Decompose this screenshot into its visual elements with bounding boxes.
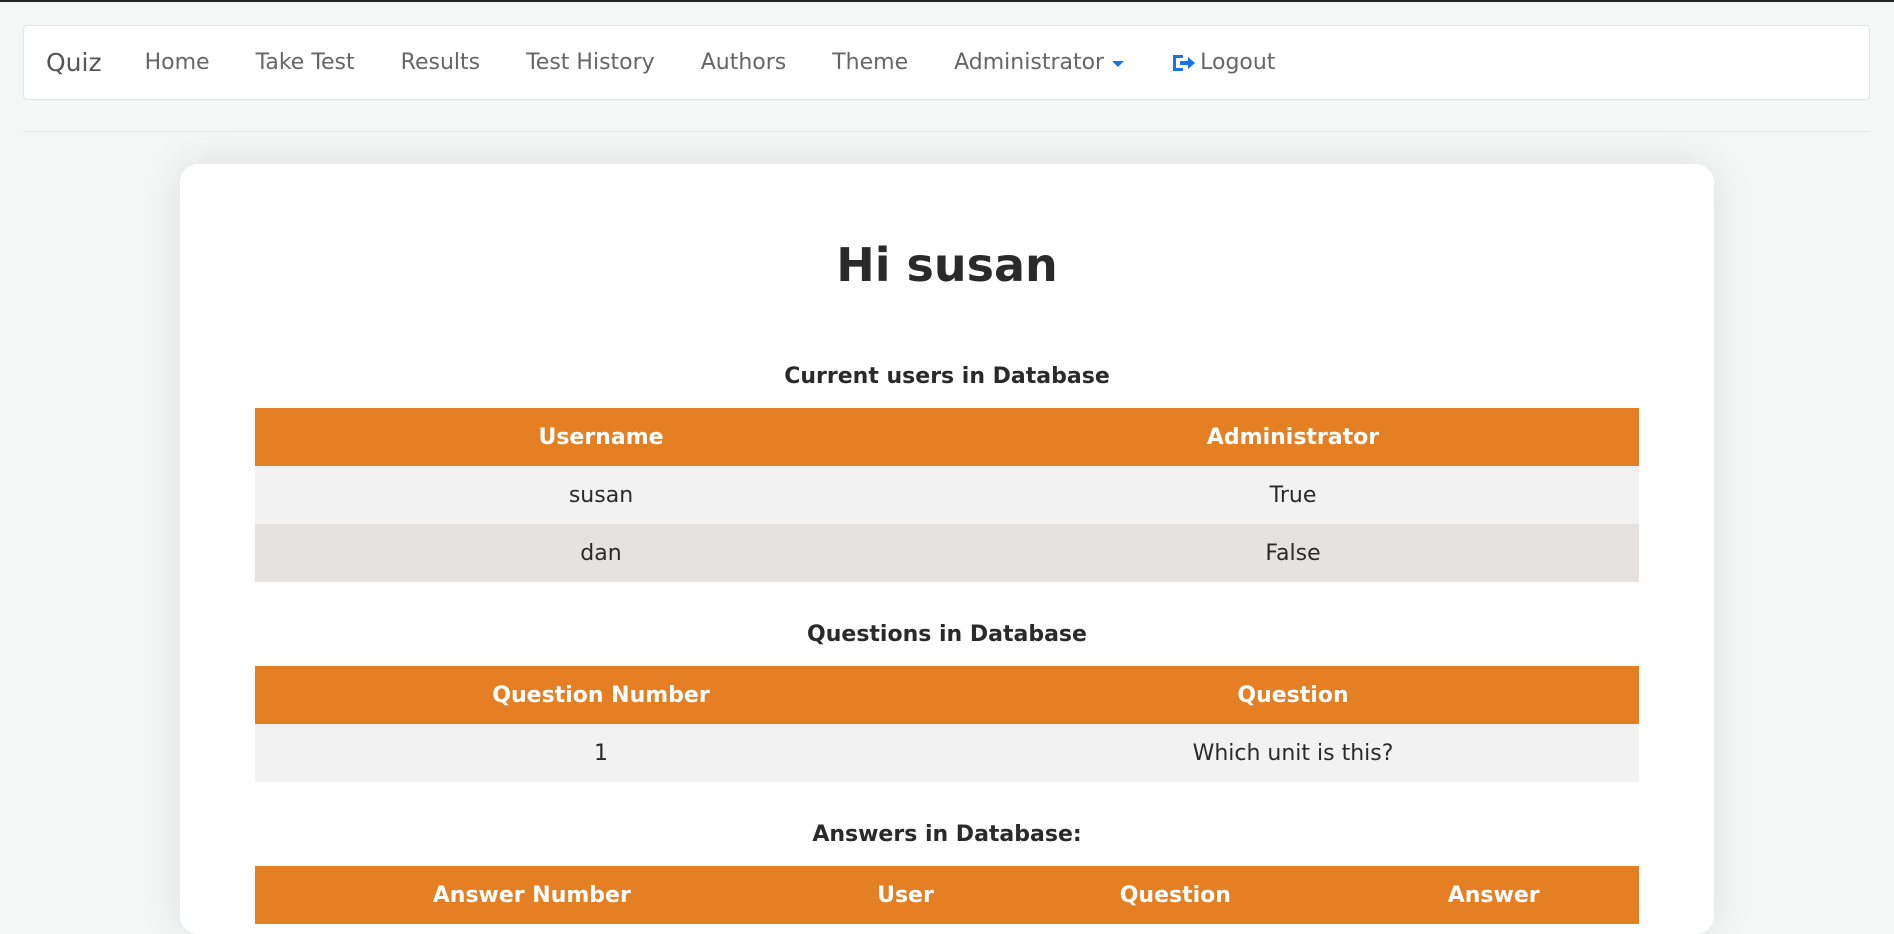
nav-results[interactable]: Results <box>401 50 480 75</box>
page-greeting: Hi susan <box>836 238 1058 292</box>
nav-take-test[interactable]: Take Test <box>256 50 355 75</box>
cell-administrator: False <box>947 524 1639 582</box>
column-header-administrator: Administrator <box>947 408 1639 466</box>
logout-icon <box>1170 51 1198 75</box>
navbar: Quiz Home Take Test Results Test History… <box>23 25 1870 100</box>
nav-theme[interactable]: Theme <box>832 50 908 75</box>
cell-administrator: True <box>947 466 1639 524</box>
answers-section-title: Answers in Database: <box>812 822 1082 847</box>
column-header-answer: Answer <box>1348 866 1639 924</box>
nav-administrator-dropdown[interactable]: Administrator <box>954 50 1125 75</box>
cell-question-number: 1 <box>255 724 947 782</box>
cell-username: dan <box>255 524 947 582</box>
cell-username: susan <box>255 466 947 524</box>
users-section-title: Current users in Database <box>784 364 1110 389</box>
questions-section-title: Questions in Database <box>807 622 1087 647</box>
table-row: susan True <box>255 466 1639 524</box>
brand-link[interactable]: Quiz <box>46 48 102 77</box>
questions-table: Question Number Question 1 Which unit is… <box>255 666 1639 782</box>
users-table: Username Administrator susan True dan Fa… <box>255 408 1639 582</box>
nav-test-history[interactable]: Test History <box>526 50 655 75</box>
column-header-user: User <box>808 866 1003 924</box>
nav-home[interactable]: Home <box>145 50 210 75</box>
column-header-question: Question <box>1002 866 1349 924</box>
nav-authors[interactable]: Authors <box>701 50 787 75</box>
column-header-username: Username <box>255 408 947 466</box>
column-header-answer-number: Answer Number <box>255 866 809 924</box>
caret-down-icon <box>1112 60 1125 67</box>
cell-question: Which unit is this? <box>947 724 1639 782</box>
table-row: dan False <box>255 524 1639 582</box>
table-row: 1 Which unit is this? <box>255 724 1639 782</box>
nav-logout-label: Logout <box>1200 50 1276 75</box>
top-border <box>0 0 1894 2</box>
answers-table: Answer Number User Question Answer <box>255 866 1639 924</box>
column-header-question-number: Question Number <box>255 666 947 724</box>
nav-logout[interactable]: Logout <box>1170 50 1275 75</box>
divider <box>23 131 1870 132</box>
nav-administrator-label: Administrator <box>954 50 1105 75</box>
column-header-question: Question <box>947 666 1639 724</box>
